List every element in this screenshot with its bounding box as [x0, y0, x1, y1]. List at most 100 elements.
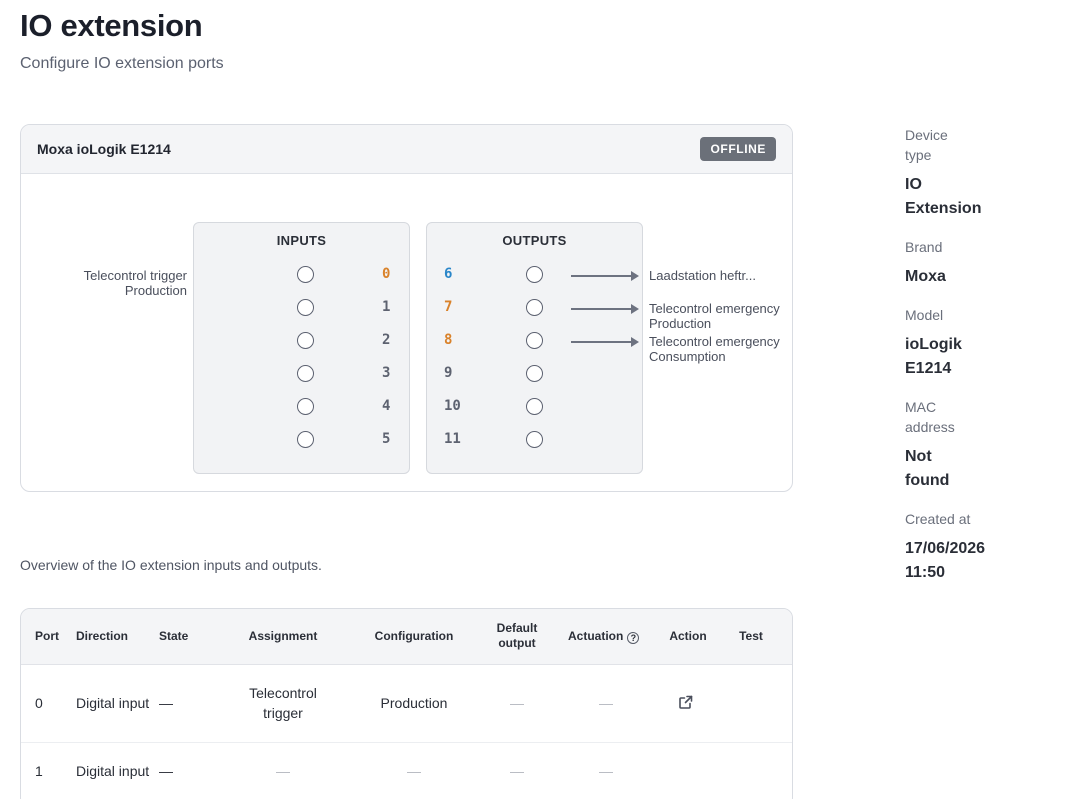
input-port-row[interactable]: 1: [194, 299, 409, 319]
output-port-number: 7: [444, 299, 453, 315]
cell-port: 1: [35, 763, 43, 779]
cell-state: —: [159, 763, 173, 779]
mac-label-line2: address: [905, 419, 955, 435]
created-date: 17/06/2026: [905, 540, 986, 557]
outputs-title: OUTPUTS: [502, 233, 567, 248]
col-default-output: Default output: [477, 621, 557, 651]
output-port-number: 9: [444, 365, 453, 381]
overview-text: Overview of the IO extension inputs and …: [20, 557, 322, 573]
cell-direction: Digital input: [76, 763, 150, 779]
device-type-label-line2: type: [905, 147, 932, 163]
col-port: Port: [35, 629, 59, 643]
mac-value: Not found: [905, 445, 1045, 493]
model-value-line2: E1214: [905, 360, 952, 377]
output-port-indicator: [526, 365, 543, 382]
cell-state: —: [159, 695, 173, 711]
mac-section: MAC address Not found: [905, 397, 1045, 493]
col-actuation-label: Actuation: [568, 629, 624, 643]
mac-value-line2: found: [905, 472, 950, 489]
external-link-icon[interactable]: [678, 694, 694, 710]
input-port-row[interactable]: 3: [194, 365, 409, 385]
output-port-indicator: [526, 332, 543, 349]
inputs-panel: INPUTS 0 1 2 3 4 5: [193, 222, 410, 474]
brand-value: Moxa: [905, 268, 946, 285]
cell-assignment-line1: Telecontrol: [249, 685, 317, 701]
output-port-indicator: [526, 299, 543, 316]
device-card-header: Moxa ioLogik E1214 OFFLINE: [21, 125, 792, 174]
device-type-value-line1: IO: [905, 176, 922, 193]
input-port-indicator: [297, 299, 314, 316]
page-title: IO extension: [20, 8, 203, 43]
input-port-number: 4: [382, 398, 391, 414]
mac-value-line1: Not: [905, 448, 932, 465]
output-port-number: 8: [444, 332, 453, 348]
output-port-indicator: [526, 266, 543, 283]
input-port-row[interactable]: 5: [194, 431, 409, 451]
output-port-number: 6: [444, 266, 453, 282]
output-6-label-line1: Laadstation heftr...: [649, 268, 756, 283]
input-port-number: 1: [382, 299, 391, 315]
cell-default-output: —: [510, 763, 524, 779]
output-6-arrow: [571, 271, 639, 281]
cell-configuration: —: [407, 763, 421, 779]
device-type-section: Device type IO Extension: [905, 125, 1045, 221]
output-port-row[interactable]: 11: [427, 431, 642, 451]
cell-assignment: Telecontrol trigger: [233, 683, 333, 723]
input-port-row[interactable]: 4: [194, 398, 409, 418]
input-0-label-line2: Production: [124, 283, 187, 298]
output-8-label-line1: Telecontrol emergency: [649, 334, 780, 349]
mac-label: MAC address: [905, 397, 1045, 437]
col-assignment: Assignment: [248, 629, 318, 643]
cell-port: 0: [35, 695, 43, 711]
input-port-indicator: [297, 431, 314, 448]
col-default-output-line1: Default: [496, 621, 538, 635]
output-8-label: Telecontrol emergency Consumption: [649, 334, 792, 364]
output-7-arrow: [571, 304, 639, 314]
model-value-line1: ioLogik: [905, 336, 962, 353]
cell-direction: Digital input: [76, 695, 150, 711]
input-port-indicator: [297, 365, 314, 382]
output-7-label-line1: Telecontrol emergency: [649, 301, 780, 316]
table-row[interactable]: 1 Digital input — — — — —: [21, 743, 792, 799]
input-port-row[interactable]: 0: [194, 266, 409, 286]
col-action: Action: [669, 629, 707, 643]
output-port-row[interactable]: 9: [427, 365, 642, 385]
cell-actuation: —: [599, 695, 613, 711]
output-port-number: 10: [444, 398, 461, 414]
outputs-panel: OUTPUTS 6 7 8 9 10 11: [426, 222, 643, 474]
status-badge: OFFLINE: [700, 137, 776, 161]
output-6-label: Laadstation heftr...: [649, 268, 792, 283]
col-default-output-line2: output: [498, 636, 536, 650]
device-type-value-line2: Extension: [905, 200, 982, 217]
cell-default-output: —: [510, 695, 524, 711]
created-section: Created at 17/06/2026 11:50: [905, 509, 1045, 585]
device-card: Moxa ioLogik E1214 OFFLINE Telecontrol t…: [20, 124, 793, 492]
help-icon[interactable]: ?: [627, 632, 640, 644]
page-subtitle: Configure IO extension ports: [20, 55, 224, 72]
created-time: 11:50: [905, 564, 946, 581]
col-state: State: [159, 629, 189, 643]
col-test: Test: [739, 629, 763, 643]
created-value: 17/06/2026 11:50: [905, 537, 1045, 585]
output-8-label-line2: Consumption: [649, 349, 726, 364]
output-port-number: 11: [444, 431, 461, 447]
output-8-arrow: [571, 337, 639, 347]
cell-actuation: —: [599, 763, 613, 779]
table-row[interactable]: 0 Digital input — Telecontrol trigger Pr…: [21, 665, 792, 743]
inputs-title: INPUTS: [276, 233, 327, 248]
input-port-indicator: [297, 332, 314, 349]
output-7-label: Telecontrol emergency Production: [649, 301, 792, 331]
cell-configuration: Production: [380, 695, 448, 711]
output-port-indicator: [526, 431, 543, 448]
input-port-row[interactable]: 2: [194, 332, 409, 352]
device-type-label-line1: Device: [905, 127, 948, 143]
device-name: Moxa ioLogik E1214: [37, 141, 171, 157]
model-section: Model ioLogik E1214: [905, 305, 1045, 381]
cell-assignment: —: [276, 763, 290, 779]
output-port-row[interactable]: 10: [427, 398, 642, 418]
col-direction: Direction: [76, 629, 129, 643]
input-0-label-line1: Telecontrol trigger: [83, 268, 187, 283]
device-type-label: Device type: [905, 125, 1045, 165]
input-port-number: 5: [382, 431, 391, 447]
output-port-indicator: [526, 398, 543, 415]
